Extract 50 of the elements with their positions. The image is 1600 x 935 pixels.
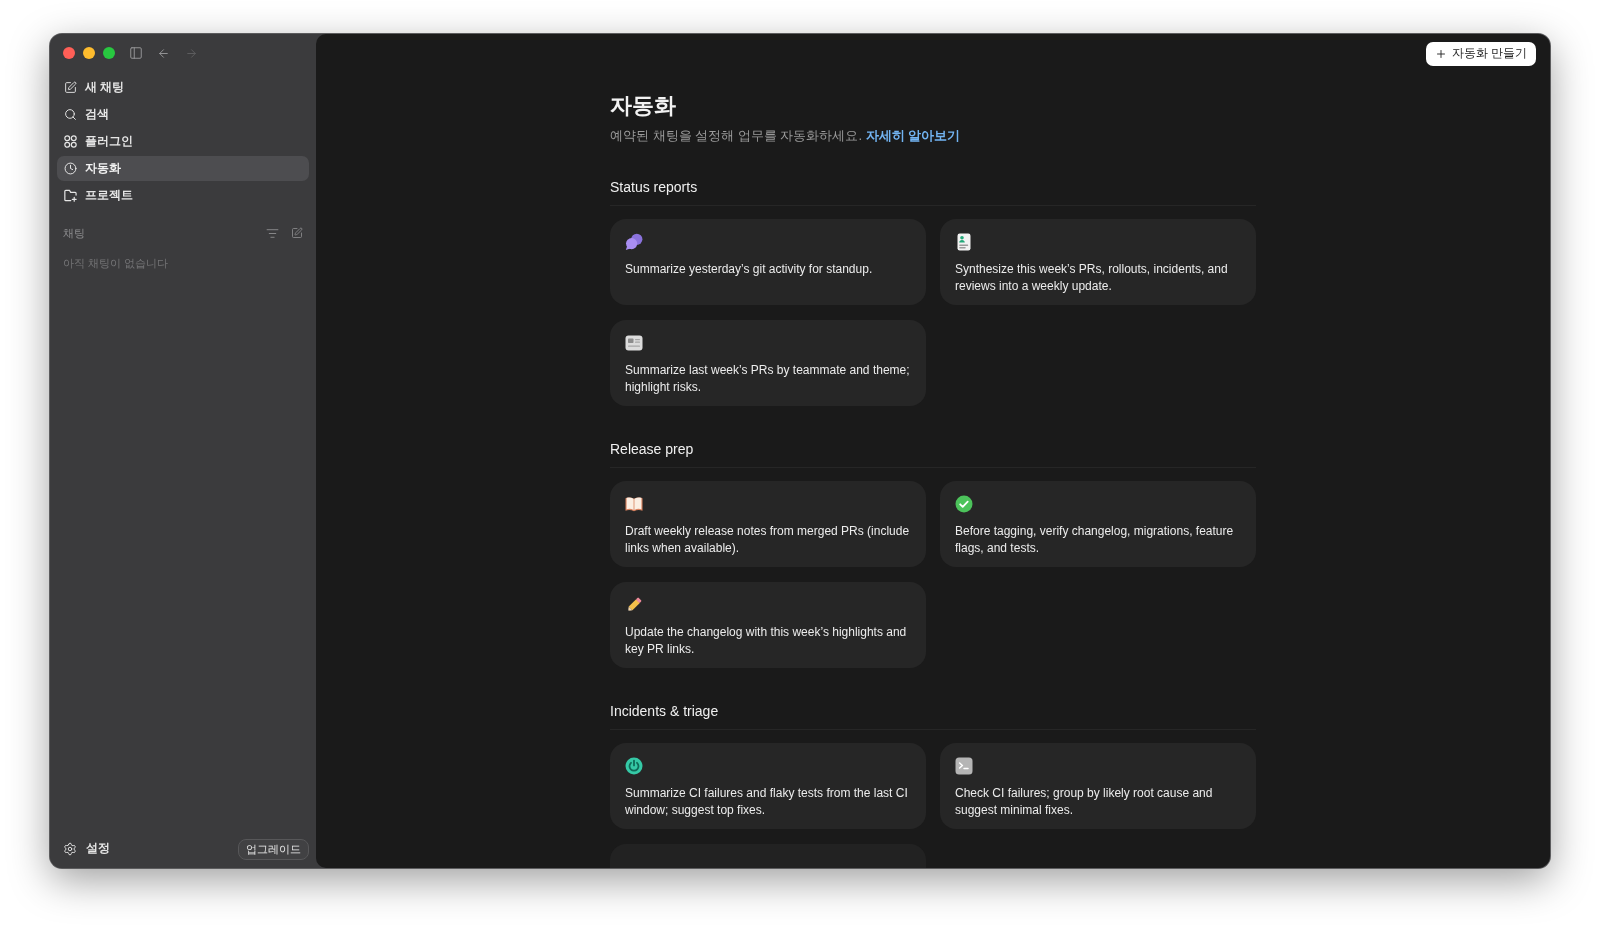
automation-card[interactable]: Synthesize this week’s PRs, rollouts, incidents, and reviews into a weekly update.: [940, 219, 1256, 305]
sidebar-item[interactable]: 검색: [57, 102, 309, 127]
automation-card[interactable]: Summarize CI failures and flaky tests from the last CI window; suggest top fixes.: [610, 743, 926, 829]
create-automation-button[interactable]: 자동화 만들기: [1425, 42, 1536, 66]
section-label: 채팅: [63, 225, 85, 241]
automation-card[interactable]: Check CI failures; group by likely root cause and suggest minimal fixes.: [940, 743, 1256, 829]
folder-plus-icon: [64, 189, 77, 202]
search-icon: [64, 108, 77, 121]
sidebar-icon: [129, 46, 143, 60]
upgrade-button[interactable]: 업그레이드: [238, 838, 309, 860]
filter-icon: [266, 226, 279, 240]
terminal-icon: [955, 757, 973, 775]
speech-bubbles-icon: [625, 233, 643, 251]
back-button[interactable]: [157, 46, 170, 60]
maximize-button[interactable]: [103, 47, 115, 59]
compose-icon: [64, 81, 77, 94]
clock-icon: [64, 162, 77, 175]
automation-card[interactable]: Update the changelog with this week’s highlights and key PR links.: [610, 582, 926, 668]
learn-more-link[interactable]: 자세히 알아보기: [865, 128, 961, 143]
automation-card[interactable]: Before tagging, verify changelog, migrations, feature flags, and tests.: [940, 481, 1256, 567]
automation-card[interactable]: Summarize yesterday’s git activity for standup.: [610, 219, 926, 305]
page-title: 자동화: [610, 92, 676, 120]
sidebar-toggle-button[interactable]: [129, 46, 143, 60]
power-icon: [625, 757, 643, 775]
pencil-icon: [625, 596, 643, 614]
section-title: Status reports: [610, 178, 698, 197]
settings-button[interactable]: 설정: [57, 840, 110, 858]
new-chat-button[interactable]: [291, 227, 303, 239]
section-title: Incidents & triage: [610, 702, 719, 721]
sidebar-item[interactable]: 플러그인: [57, 129, 309, 154]
plus-icon: [1434, 48, 1447, 60]
automation-card[interactable]: Draft weekly release notes from merged PRs (include links when available).: [610, 481, 926, 567]
section-title: Release prep: [610, 440, 694, 459]
document-icon: [955, 233, 973, 251]
circles-grid-icon: [64, 135, 77, 148]
settings-icon: [63, 842, 77, 856]
check-circle-icon: [955, 495, 973, 513]
compose-icon: [291, 227, 303, 239]
sidebar-item[interactable]: 프로젝트: [57, 183, 309, 208]
page-subtitle: 예약된 채팅을 설정해 업무를 자동화하세요. 자세히 알아보기: [610, 127, 961, 145]
close-button[interactable]: [63, 47, 75, 59]
sidebar-item[interactable]: 새 채팅: [57, 75, 309, 100]
arrow-left-icon: [157, 46, 170, 60]
minimize-button[interactable]: [83, 47, 95, 59]
automation-card[interactable]: Summarize last week’s PRs by teammate and theme; highlight risks.: [610, 320, 926, 406]
arrow-right-icon: [185, 46, 198, 60]
filter-button[interactable]: [266, 226, 279, 240]
sidebar-item[interactable]: 자동화: [57, 156, 309, 181]
open-book-icon: [625, 495, 643, 513]
newspaper-icon: [625, 334, 643, 352]
